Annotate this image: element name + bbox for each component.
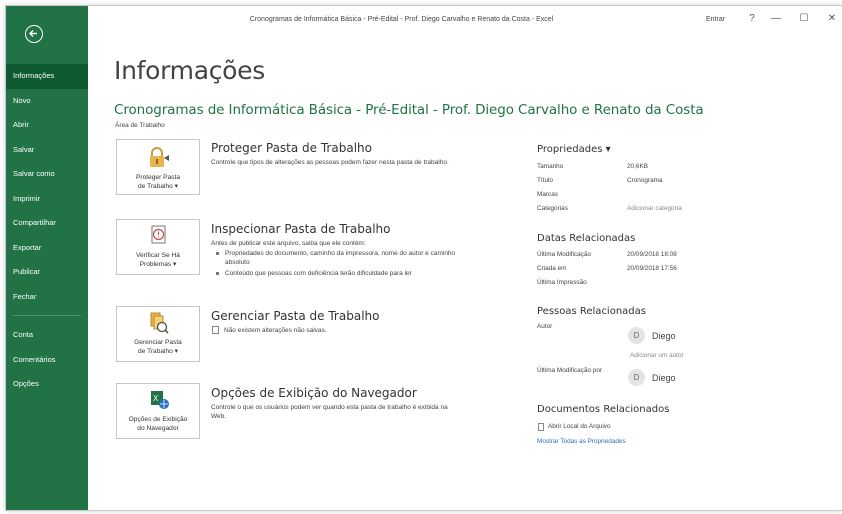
info-pane: Informações Cronogramas de Informática B…: [88, 36, 842, 510]
browser-options-heading: Opções de Exibição do Navegador: [211, 386, 417, 400]
prop-value-size: 20,6KB: [627, 163, 648, 170]
nav-item-novo[interactable]: Novo: [6, 89, 88, 114]
prop-value-title[interactable]: Cronograma: [627, 177, 663, 184]
inspect-bullet-text: Propriedades do documento, caminho da im…: [225, 250, 456, 266]
inspect-bullet-text: Conteúdo que pessoas com deficiência ter…: [225, 270, 412, 277]
modified-by-label: Última Modificação por: [537, 367, 602, 374]
excel-window: Cronogramas de Informática Básica - Pré-…: [6, 6, 842, 510]
nav-item-exportar[interactable]: Exportar: [6, 236, 88, 261]
check-issues-button[interactable]: Verificar Se Há Problemas ▾: [116, 219, 200, 275]
document-title: Cronogramas de Informática Básica - Pré-…: [114, 102, 704, 118]
nav-item-comentarios[interactable]: Comentários: [6, 348, 88, 373]
nav-item-opcoes[interactable]: Opções: [6, 372, 88, 397]
backstage-sidebar: Informações Novo Abrir Salvar Salvar com…: [6, 6, 88, 510]
signin-link[interactable]: Entrar: [706, 16, 725, 23]
modified-by-name[interactable]: Diego: [652, 373, 676, 383]
date-value-modified: 20/09/2018 18:08: [627, 251, 677, 258]
nav-item-compartilhar[interactable]: Compartilhar: [6, 211, 88, 236]
nav-item-abrir[interactable]: Abrir: [6, 113, 88, 138]
protect-description: Controle que tipos de alterações as pess…: [211, 159, 449, 166]
prop-label-title: Título: [537, 177, 553, 184]
author-name[interactable]: Diego: [652, 331, 676, 341]
browser-options-description: Controle o que os usuários podem ver qua…: [211, 404, 448, 420]
nav-item-fechar[interactable]: Fechar: [6, 285, 88, 310]
author-label: Autor: [537, 323, 553, 330]
browser-options-label-2: do Navegador: [137, 425, 179, 432]
protect-workbook-button[interactable]: Proteger Pasta de Trabalho ▾: [116, 139, 200, 195]
inspect-document-icon: [151, 225, 166, 244]
inspect-bullet: Propriedades do documento, caminho da im…: [216, 249, 481, 267]
manage-label-1: Gerenciar Pasta: [134, 339, 182, 346]
protect-label-1: Proteger Pasta: [136, 174, 180, 181]
nav-item-conta[interactable]: Conta: [6, 323, 88, 348]
avatar: D: [628, 369, 645, 386]
prop-label-tags: Marcas: [537, 191, 558, 198]
inspect-heading: Inspecionar Pasta de Trabalho: [211, 222, 391, 236]
close-button[interactable]: ✕: [824, 13, 840, 24]
help-button[interactable]: ?: [744, 13, 760, 24]
nav-item-salvar-como[interactable]: Salvar como: [6, 162, 88, 187]
document-location: Área de Trabalho: [115, 122, 165, 129]
nav-divider: [13, 315, 81, 316]
avatar: D: [628, 327, 645, 344]
people-heading: Pessoas Relacionadas: [537, 306, 646, 317]
manage-versions-icon: [150, 312, 169, 334]
maximize-button[interactable]: ☐: [796, 13, 812, 24]
title-bar: Cronogramas de Informática Básica - Pré-…: [6, 6, 842, 36]
prop-label-categories: Categorias: [537, 205, 568, 212]
window-title: Cronogramas de Informática Básica - Pré-…: [249, 16, 554, 23]
date-label-created: Criada em: [537, 265, 567, 272]
browser-options-icon: X: [151, 391, 169, 409]
protect-heading: Proteger Pasta de Trabalho: [211, 141, 372, 155]
open-file-location-link[interactable]: Abrir Local do Arquivo: [548, 423, 611, 430]
nav-item-informacoes[interactable]: Informações: [6, 64, 88, 89]
file-icon: [538, 423, 544, 431]
page-title: Informações: [114, 56, 265, 85]
add-author-link[interactable]: Adicionar um autor: [630, 352, 684, 359]
check-issues-label-1: Verificar Se Há: [136, 252, 180, 259]
inspect-description: Antes de publicar este arquivo, saiba qu…: [211, 240, 366, 247]
nav-item-publicar[interactable]: Publicar: [6, 260, 88, 285]
manage-workbook-button[interactable]: Gerenciar Pasta de Trabalho ▾: [116, 306, 200, 362]
related-docs-heading: Documentos Relacionados: [537, 404, 670, 415]
inspect-bullet: Conteúdo que pessoas com deficiência ter…: [216, 269, 481, 278]
check-issues-label-2: Problemas ▾: [139, 261, 177, 268]
show-all-properties-link[interactable]: Mostrar Todas as Propriedades: [537, 438, 626, 445]
date-label-modified: Última Modificação: [537, 251, 591, 258]
protect-label-2: de Trabalho ▾: [138, 183, 178, 190]
back-arrow-icon[interactable]: [25, 25, 43, 43]
svg-text:X: X: [153, 394, 159, 403]
manage-heading: Gerenciar Pasta de Trabalho: [211, 309, 380, 323]
browser-options-label-1: Opções de Exibição: [128, 416, 188, 423]
prop-value-categories[interactable]: Adicionar categoria: [627, 205, 682, 212]
dates-heading: Datas Relacionadas: [537, 233, 636, 244]
nav-item-imprimir[interactable]: Imprimir: [6, 187, 88, 212]
minimize-button[interactable]: —: [768, 13, 784, 24]
bullet-icon: [216, 272, 219, 275]
properties-heading[interactable]: Propriedades ▾: [537, 144, 611, 155]
nav-item-salvar[interactable]: Salvar: [6, 138, 88, 163]
date-value-created: 20/09/2018 17:56: [627, 265, 677, 272]
document-icon: [212, 326, 219, 334]
date-label-printed: Última Impressão: [537, 279, 587, 286]
manage-description: Não existem alterações não salvas.: [224, 327, 327, 334]
lock-icon: [150, 147, 169, 167]
bullet-icon: [216, 252, 219, 255]
prop-label-size: Tamanho: [537, 163, 564, 170]
browser-view-options-button[interactable]: X Opções de Exibição do Navegador: [116, 383, 200, 439]
backstage-nav: Informações Novo Abrir Salvar Salvar com…: [6, 64, 88, 397]
manage-label-2: de Trabalho ▾: [138, 348, 178, 355]
